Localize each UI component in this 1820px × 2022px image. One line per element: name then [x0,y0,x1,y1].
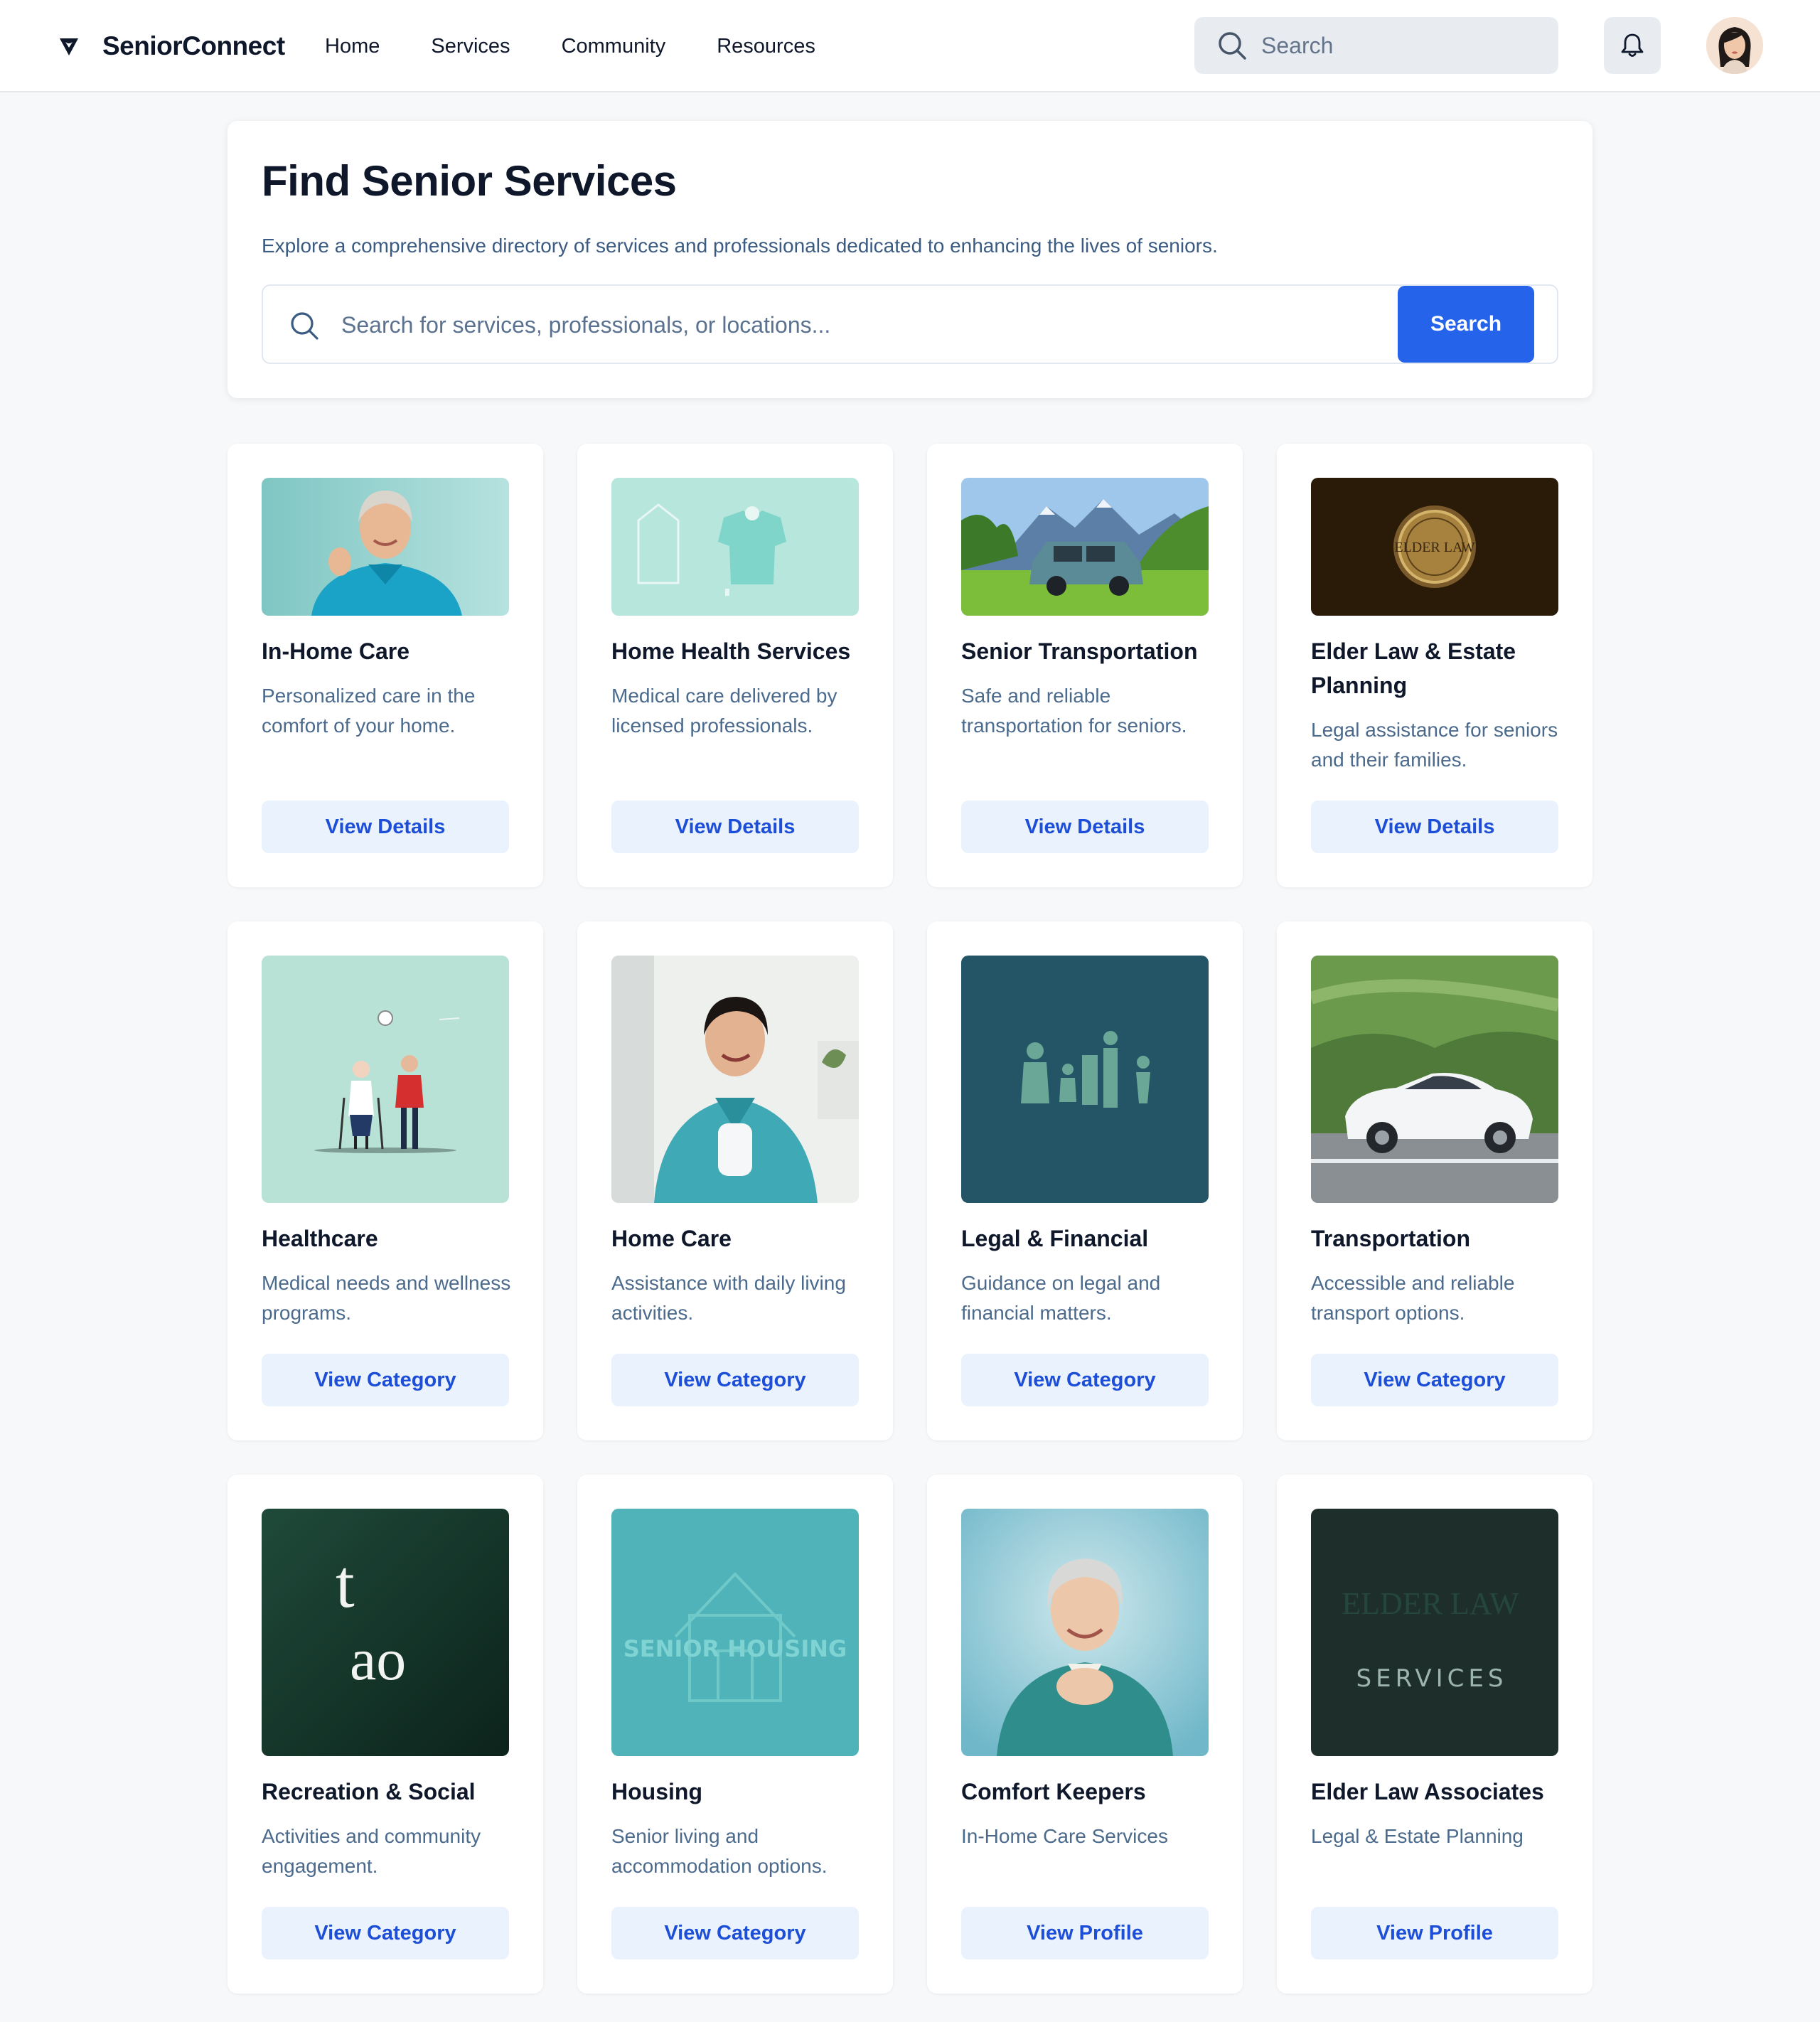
category-card-home-care: Home Care Assistance with daily living a… [577,921,893,1440]
brand[interactable]: SeniorConnect [57,27,285,65]
card-title: Comfort Keepers [961,1779,1146,1804]
card-description: Activities and community engagement. [262,1825,481,1877]
category-card-transportation: Transportation Accessible and reliable t… [1277,921,1592,1440]
service-card-senior-transportation: Senior Transportation Safe and reliable … [927,444,1243,887]
card-title: Elder Law Associates [1311,1779,1544,1804]
view-category-button[interactable]: View Category [961,1354,1209,1406]
nav-community[interactable]: Community [562,35,666,58]
card-title: In-Home Care [262,638,410,664]
shield-heart-icon [57,34,81,58]
card-title: Healthcare [262,1226,378,1251]
view-category-button[interactable]: View Category [611,1907,859,1959]
elder-law-seal: ELDER LAW [1311,478,1558,616]
service-card-home-health: Home Health Services Medical care delive… [577,444,893,887]
elder-law-logo: ELDER LAW SERVICES [1311,1509,1558,1756]
service-search-input[interactable] [341,306,1408,344]
search-button[interactable]: Search [1398,286,1534,363]
card-description: Safe and reliable transportation for sen… [961,685,1187,737]
bell-icon [1621,33,1644,57]
elderly-couple-illustration [262,956,509,1203]
svg-text:SENIOR HOUSING: SENIOR HOUSING [623,1635,847,1662]
card-description: Senior living and accommodation options. [611,1825,828,1877]
card-description: Legal & Estate Planning [1311,1825,1524,1847]
card-title: Transportation [1311,1226,1471,1251]
card-description: In-Home Care Services [961,1825,1168,1847]
hero-search-panel: Find Senior Services Explore a comprehen… [228,121,1592,398]
card-description: Medical care delivered by licensed profe… [611,685,837,737]
nav-home[interactable]: Home [325,35,380,58]
card-title: Recreation & Social [262,1779,476,1804]
view-category-button[interactable]: View Category [611,1354,859,1406]
view-details-button[interactable]: View Details [611,801,859,853]
view-category-button[interactable]: View Category [262,1354,509,1406]
card-description: Medical needs and wellness programs. [262,1272,511,1324]
card-description: Assistance with daily living activities. [611,1272,846,1324]
card-title: Home Care [611,1226,732,1251]
notifications-button[interactable] [1604,17,1661,74]
family-figures-illustration [961,956,1209,1203]
white-car-photo [1311,956,1558,1203]
svg-text:ELDER LAW: ELDER LAW [1342,1586,1519,1621]
page-title: Find Senior Services [262,157,677,205]
view-details-button[interactable]: View Details [961,801,1209,853]
caregiver-photo [611,956,859,1203]
logo-glyphs: t ao [262,1509,509,1756]
service-card-in-home-care: In-Home Care Personalized care in the co… [228,444,543,887]
nav-services[interactable]: Services [431,35,510,58]
card-description: Guidance on legal and financial matters. [961,1272,1161,1324]
user-avatar[interactable] [1706,17,1763,74]
view-category-button[interactable]: View Category [1311,1354,1558,1406]
svg-text:SERVICES: SERVICES [1356,1664,1508,1693]
view-details-button[interactable]: View Details [1311,801,1558,853]
profile-card-comfort-keepers: Comfort Keepers In-Home Care Services Vi… [927,1475,1243,1994]
card-title: Elder Law & Estate Planning [1311,638,1516,698]
card-title: Legal & Financial [961,1226,1149,1251]
card-title: Housing [611,1779,702,1804]
senior-woman-photo [262,478,509,616]
view-profile-button[interactable]: View Profile [1311,1907,1558,1959]
category-card-recreation: t ao Recreation & Social Activities and … [228,1475,543,1994]
profile-card-elder-law-associates: ELDER LAW SERVICES Elder Law Associates … [1277,1475,1592,1994]
view-category-button[interactable]: View Category [262,1907,509,1959]
page-subtitle: Explore a comprehensive directory of ser… [262,235,1218,257]
minivan-mountains-photo [961,478,1209,616]
card-description: Legal assistance for seniors and their f… [1311,719,1558,771]
header-search-input[interactable] [1261,32,1531,59]
nav-resources[interactable]: Resources [717,35,815,58]
header-search[interactable] [1194,17,1558,74]
search-icon [291,312,318,340]
view-profile-button[interactable]: View Profile [961,1907,1209,1959]
view-details-button[interactable]: View Details [262,801,509,853]
main-nav: Home Services Community Resources [325,28,867,64]
search-icon [1219,32,1246,60]
card-title: Home Health Services [611,638,851,664]
smiling-senior-photo [961,1509,1209,1756]
house-and-shirt-illustration [611,478,859,616]
card-title: Senior Transportation [961,638,1198,664]
brand-name: SeniorConnect [102,31,285,60]
category-card-housing: SENIOR HOUSING Housing Senior living and… [577,1475,893,1994]
card-description: Accessible and reliable transport option… [1311,1272,1515,1324]
category-card-legal-financial: Legal & Financial Guidance on legal and … [927,921,1243,1440]
service-card-elder-law: ELDER LAW Elder Law & Estate Planning Le… [1277,444,1592,887]
svg-text:ao: ao [350,1627,406,1693]
service-search-bar: Search [262,284,1558,364]
svg-text:t: t [336,1546,355,1622]
senior-housing-logo: SENIOR HOUSING [611,1509,859,1756]
top-navigation-bar: SeniorConnect Home Services Community Re… [0,0,1820,92]
category-card-healthcare: Healthcare Medical needs and wellness pr… [228,921,543,1440]
card-description: Personalized care in the comfort of your… [262,685,476,737]
svg-text:ELDER LAW: ELDER LAW [1394,540,1474,555]
